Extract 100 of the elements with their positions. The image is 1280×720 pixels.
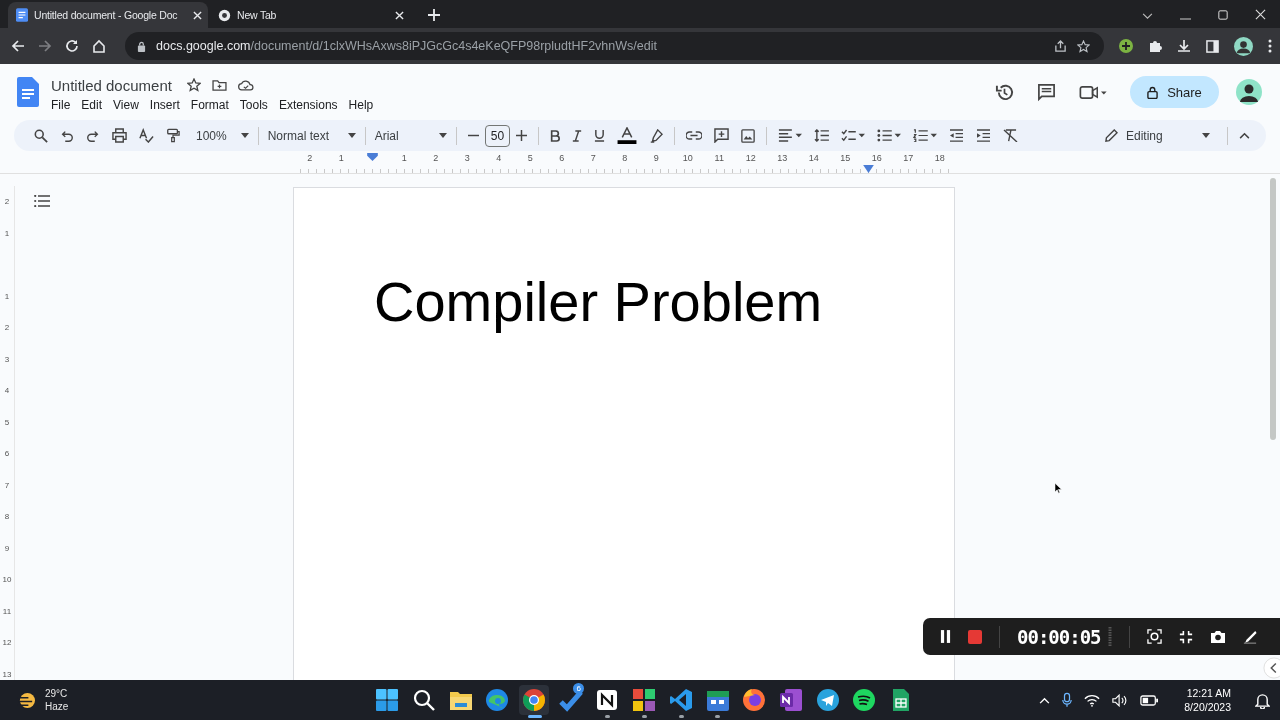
- highlighter-icon[interactable]: [649, 128, 664, 143]
- indent-marker-icon[interactable]: [863, 165, 874, 173]
- ruler-number: 15: [840, 153, 851, 163]
- battery-icon[interactable]: [1140, 694, 1159, 706]
- outline-icon[interactable]: [34, 195, 50, 207]
- recording-timer: 00:00:05: [1017, 625, 1101, 648]
- numbered-list-icon[interactable]: [913, 129, 938, 142]
- link-icon[interactable]: [686, 131, 703, 140]
- round-browser-icon[interactable]: [519, 685, 550, 715]
- tab-title: Untitled document - Google Doc: [34, 9, 179, 21]
- redo-icon[interactable]: [86, 128, 100, 143]
- clear-formatting-icon[interactable]: [1003, 129, 1019, 142]
- ruler-number: 1: [4, 228, 10, 238]
- ruler-number: 3: [4, 354, 10, 364]
- browser-tab[interactable]: New Tab: [210, 2, 410, 28]
- lock-icon: [1147, 85, 1159, 99]
- menu-item[interactable]: View: [113, 97, 145, 112]
- sidebar-icon[interactable]: [1206, 39, 1219, 53]
- chevron-left-icon[interactable]: [1263, 657, 1280, 679]
- pause-icon[interactable]: [940, 630, 951, 643]
- back-arrow-icon[interactable]: [11, 39, 25, 53]
- plus-circle-icon[interactable]: [1119, 39, 1133, 53]
- puzzle-icon[interactable]: [1148, 39, 1162, 53]
- screenshot-region-icon[interactable]: [1146, 629, 1162, 644]
- pen-icon[interactable]: [1242, 629, 1257, 644]
- caret-down-icon: [1202, 133, 1210, 138]
- line-spacing-icon[interactable]: [814, 129, 830, 142]
- video-camera-icon[interactable]: [1079, 84, 1108, 100]
- spellcheck-icon[interactable]: [139, 128, 154, 143]
- folder-icon[interactable]: [211, 79, 227, 91]
- bold-icon[interactable]: [550, 129, 561, 142]
- menu-item[interactable]: Extensions: [278, 97, 344, 112]
- ruler-number: 9: [653, 153, 659, 163]
- browser-tab[interactable]: Untitled document - Google Doc: [8, 2, 208, 28]
- sun-haze-icon[interactable]: [16, 691, 37, 709]
- undo-icon[interactable]: [60, 128, 74, 143]
- style-dropdown[interactable]: Normal text: [263, 123, 360, 148]
- chevron-up-icon[interactable]: [1239, 132, 1250, 139]
- avatar-icon[interactable]: [1236, 79, 1262, 105]
- ruler-number: 16: [871, 153, 882, 163]
- close-icon[interactable]: [395, 10, 404, 20]
- indent-marker-icon[interactable]: [367, 153, 379, 161]
- editing-mode-dropdown[interactable]: Editing: [1101, 123, 1214, 148]
- clock-time[interactable]: 12:21 AM: [1186, 686, 1231, 700]
- checklist-icon[interactable]: [841, 129, 866, 142]
- menu-item[interactable]: Format: [190, 97, 235, 112]
- add-comment-icon[interactable]: [714, 128, 730, 143]
- menu-item[interactable]: Help: [348, 97, 380, 112]
- download-icon[interactable]: [1177, 39, 1191, 53]
- speaker-icon[interactable]: [1112, 693, 1129, 707]
- comment-icon[interactable]: [1037, 82, 1056, 102]
- menu-item[interactable]: File: [51, 97, 77, 112]
- star-icon[interactable]: [1077, 39, 1090, 53]
- ruler-number: 7: [590, 153, 596, 163]
- bulleted-list-icon[interactable]: [877, 129, 902, 142]
- stop-icon[interactable]: [968, 629, 982, 644]
- share-button[interactable]: Share: [1130, 76, 1219, 108]
- menu-item[interactable]: Insert: [149, 97, 186, 112]
- document-title[interactable]: Untitled document: [51, 76, 172, 94]
- font-size-field[interactable]: 50: [484, 124, 511, 147]
- exit-fullscreen-icon[interactable]: [1178, 629, 1193, 644]
- text-color-icon[interactable]: [617, 127, 638, 144]
- camera-icon[interactable]: [1209, 630, 1226, 643]
- document-icon[interactable]: [17, 77, 39, 107]
- close-icon[interactable]: [1255, 9, 1266, 20]
- caret-down-icon[interactable]: [1142, 13, 1153, 20]
- search-icon[interactable]: [34, 128, 48, 143]
- more-icon[interactable]: [1268, 39, 1272, 53]
- microphone-icon[interactable]: [1062, 692, 1073, 708]
- bell-icon[interactable]: [1255, 691, 1270, 709]
- close-icon[interactable]: [193, 10, 202, 20]
- cloud-check-icon[interactable]: [237, 79, 254, 91]
- plus-icon[interactable]: [516, 130, 528, 141]
- italic-icon[interactable]: [572, 129, 583, 142]
- share-icon[interactable]: [1054, 39, 1067, 53]
- history-icon[interactable]: [995, 82, 1014, 102]
- wifi-icon[interactable]: [1084, 693, 1101, 707]
- pencil-icon: [1105, 129, 1118, 142]
- font-dropdown[interactable]: Arial: [370, 123, 451, 148]
- star-icon[interactable]: [186, 78, 201, 92]
- avatar-icon[interactable]: [1234, 36, 1253, 56]
- clock-date[interactable]: 8/20/2023: [1184, 700, 1231, 714]
- ruler-number: 12: [745, 153, 756, 163]
- zoom-dropdown[interactable]: 100%: [192, 123, 253, 148]
- reload-icon[interactable]: [65, 39, 79, 53]
- menu-item[interactable]: Tools: [239, 97, 274, 112]
- address-bar[interactable]: docs.google.com/document/d/1clxWHsAxws8iPJGcGc4s4eKeQFP98rpludtHF2vhnWs/edit: [125, 32, 1104, 60]
- scrollbar[interactable]: [1270, 178, 1276, 440]
- ruler-number: 11: [714, 153, 724, 163]
- decrease-indent-icon[interactable]: [949, 129, 965, 142]
- temperature-text: 29°C: [45, 687, 69, 700]
- underline-icon[interactable]: [594, 129, 606, 142]
- increase-indent-icon[interactable]: [976, 129, 992, 142]
- print-icon[interactable]: [112, 128, 127, 143]
- image-icon[interactable]: [741, 128, 756, 143]
- maximize-icon[interactable]: [1218, 10, 1228, 20]
- align-left-icon[interactable]: [778, 129, 803, 142]
- paint-roller-icon[interactable]: [166, 128, 180, 143]
- home-icon[interactable]: [92, 39, 106, 53]
- menu-item[interactable]: Edit: [81, 97, 109, 112]
